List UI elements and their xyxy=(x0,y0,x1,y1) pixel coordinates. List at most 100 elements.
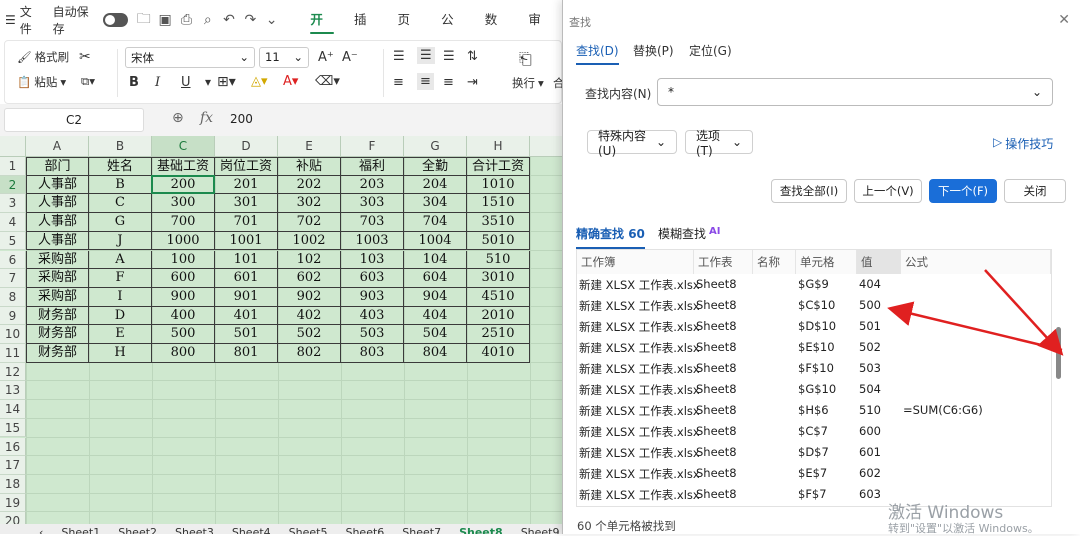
table-cell[interactable]: 100 xyxy=(152,250,215,270)
tab-2[interactable]: 页面 xyxy=(388,0,432,67)
table-cell[interactable]: 403 xyxy=(341,306,404,326)
row-header[interactable]: 7 xyxy=(0,269,26,288)
underline-button[interactable]: U xyxy=(181,75,191,90)
table-cell[interactable]: 703 xyxy=(341,213,404,232)
results-scrollbar[interactable] xyxy=(1056,327,1061,379)
row-header[interactable]: 9 xyxy=(0,306,26,326)
table-cell[interactable]: 802 xyxy=(278,344,341,363)
table-cell[interactable]: 901 xyxy=(215,287,278,307)
tab-5[interactable]: 审阅 xyxy=(518,0,562,67)
table-header-cell[interactable]: 姓名 xyxy=(89,157,152,176)
tab-3[interactable]: 公式 xyxy=(431,0,475,67)
table-header-cell[interactable]: 补贴 xyxy=(278,157,341,176)
align-center-icon[interactable]: ≡ xyxy=(417,73,434,90)
close-icon[interactable]: ✕ xyxy=(1058,12,1070,28)
tab-exact-find[interactable]: 精确查找 60 xyxy=(576,225,645,249)
italic-button[interactable]: I xyxy=(155,75,160,90)
wrap-button[interactable]: 换行 ▾ xyxy=(512,75,544,91)
table-header-cell[interactable]: 基础工资 xyxy=(152,157,215,176)
font-name-select[interactable]: 宋体 ⌄ xyxy=(125,47,255,68)
table-cell[interactable]: 701 xyxy=(215,213,278,232)
cut-icon[interactable]: ✂ xyxy=(79,49,91,65)
zoom-search-icon[interactable]: ⊕ xyxy=(172,110,184,126)
table-cell[interactable]: 4510 xyxy=(467,287,530,307)
results-row[interactable]: 新建 XLSX 工作表.xlsx Sheet8 $C$10 500 xyxy=(577,295,1051,316)
table-cell[interactable]: 204 xyxy=(404,175,467,195)
find-all-button[interactable]: 查找全部(I) xyxy=(771,179,847,203)
column-header[interactable]: A xyxy=(26,136,89,157)
table-cell[interactable]: 1510 xyxy=(467,194,530,214)
table-cell[interactable]: 1004 xyxy=(404,231,467,251)
chevron-down-icon[interactable]: ⌄ xyxy=(261,12,282,28)
results-column-header[interactable]: 公式 xyxy=(901,250,1051,274)
find-input[interactable]: * ⌄ xyxy=(657,78,1053,106)
table-cell[interactable]: 504 xyxy=(404,325,467,344)
table-cell[interactable]: 904 xyxy=(404,287,467,307)
row-header[interactable]: 1 xyxy=(0,157,26,176)
results-column-header[interactable]: 工作簿 xyxy=(577,250,694,274)
table-cell[interactable]: 401 xyxy=(215,306,278,326)
table-cell[interactable]: B xyxy=(89,175,152,195)
align-right-icon[interactable]: ≡ xyxy=(443,75,454,90)
sheet-tab[interactable]: Sheet6 xyxy=(336,524,393,534)
table-cell[interactable]: J xyxy=(89,231,152,251)
sheet-tab[interactable]: Sheet7 xyxy=(393,524,450,534)
table-cell[interactable]: 人事部 xyxy=(26,194,89,214)
table-cell[interactable]: 900 xyxy=(152,287,215,307)
format-painter-button[interactable]: 🖌 格式刷 xyxy=(17,49,69,65)
folder-icon[interactable]: 🗀 xyxy=(133,8,154,32)
table-cell[interactable]: I xyxy=(89,287,152,307)
table-cell[interactable]: 1002 xyxy=(278,231,341,251)
table-cell[interactable]: G xyxy=(89,213,152,232)
table-cell[interactable]: 301 xyxy=(215,194,278,214)
table-cell[interactable]: 4010 xyxy=(467,344,530,363)
spreadsheet-grid[interactable]: A B C D E F G H 1 2 3 4 5 6 7 8 9 10 11 12 13 14 15 16 17 18 19 20 部… xyxy=(0,136,562,524)
results-row[interactable]: 新建 XLSX 工作表.xlsx Sheet8 $G$9 404 xyxy=(577,274,1051,295)
results-row[interactable]: 新建 XLSX 工作表.xlsx Sheet8 $F$10 503 xyxy=(577,358,1051,379)
results-row[interactable]: 新建 XLSX 工作表.xlsx Sheet8 $E$7 602 xyxy=(577,463,1051,484)
table-cell[interactable]: E xyxy=(89,325,152,344)
sheet-tab[interactable]: Sheet2 xyxy=(109,524,166,534)
sheet-tab[interactable]: Sheet4 xyxy=(223,524,280,534)
table-cell[interactable]: 400 xyxy=(152,306,215,326)
row-header[interactable]: 13 xyxy=(0,381,26,401)
sheet-tab[interactable]: Sheet5 xyxy=(280,524,337,534)
table-cell[interactable]: C xyxy=(89,194,152,214)
table-cell[interactable]: 1000 xyxy=(152,231,215,251)
row-header[interactable]: 17 xyxy=(0,456,26,475)
table-cell[interactable]: 803 xyxy=(341,344,404,363)
table-cell[interactable]: 1010 xyxy=(467,175,530,195)
results-column-header[interactable]: 名称 xyxy=(753,250,796,274)
strikethrough-icon[interactable]: ▾ xyxy=(205,75,211,89)
sheet-tab[interactable]: Sheet8 xyxy=(450,524,512,534)
results-column-header[interactable]: 单元格 xyxy=(796,250,857,274)
fx-icon[interactable]: fx xyxy=(200,110,213,126)
table-cell[interactable]: 103 xyxy=(341,250,404,270)
autosave-toggle[interactable]: 自动保存 xyxy=(48,0,134,40)
row-header[interactable]: 11 xyxy=(0,344,26,363)
row-header[interactable]: 12 xyxy=(0,362,26,382)
results-row[interactable]: 新建 XLSX 工作表.xlsx Sheet8 $D$7 601 xyxy=(577,442,1051,463)
tab-fuzzy-find[interactable]: 模糊查找 xyxy=(658,225,706,242)
table-cell[interactable]: 902 xyxy=(278,287,341,307)
column-header[interactable]: D xyxy=(215,136,278,157)
table-cell[interactable]: 501 xyxy=(215,325,278,344)
row-header[interactable]: 15 xyxy=(0,418,26,438)
select-all-corner[interactable] xyxy=(0,136,26,157)
table-cell[interactable]: 704 xyxy=(404,213,467,232)
paste-button[interactable]: 📋 粘贴 ▾ xyxy=(17,74,66,90)
row-header[interactable]: 8 xyxy=(0,287,26,307)
table-cell[interactable]: 604 xyxy=(404,269,467,288)
table-header-cell[interactable]: 部门 xyxy=(26,157,89,176)
table-cell[interactable]: 财务部 xyxy=(26,325,89,344)
row-header[interactable]: 20 xyxy=(0,512,26,524)
name-box[interactable]: C2 xyxy=(4,108,144,132)
close-button[interactable]: 关闭 xyxy=(1004,179,1066,203)
save-icon[interactable]: ▣ xyxy=(154,12,175,28)
row-header[interactable]: 18 xyxy=(0,474,26,494)
indent-icon[interactable]: ⇥ xyxy=(467,75,478,90)
table-header-cell[interactable]: 全勤 xyxy=(404,157,467,176)
table-cell[interactable]: 采购部 xyxy=(26,250,89,270)
table-cell[interactable]: 801 xyxy=(215,344,278,363)
column-header[interactable]: B xyxy=(89,136,152,157)
